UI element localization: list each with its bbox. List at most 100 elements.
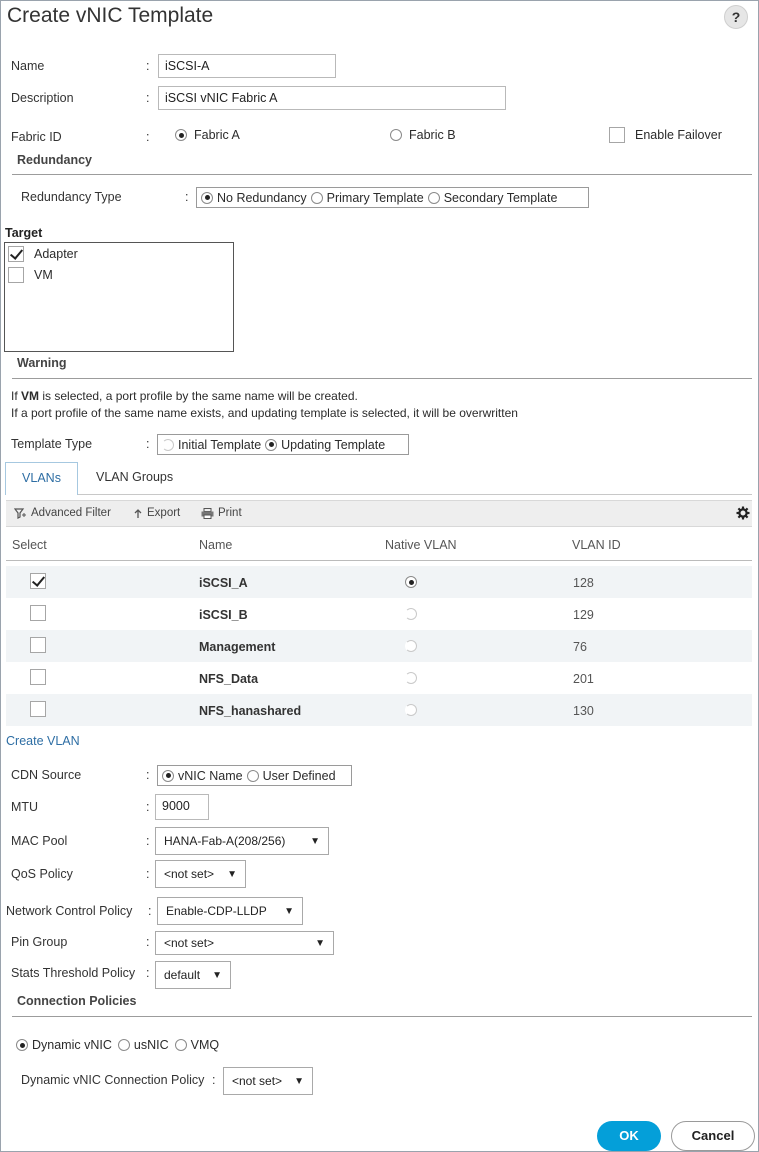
- fabric-b-label: Fabric B: [409, 128, 456, 142]
- row-native-radio[interactable]: [405, 608, 418, 620]
- fabric-b-option[interactable]: Fabric B: [390, 128, 456, 142]
- cdn-source-label: CDN Source: [11, 768, 82, 782]
- warning-line-2: If a port profile of the same name exist…: [11, 406, 518, 420]
- enable-failover-checkbox[interactable]: [609, 127, 625, 143]
- network-control-policy-select[interactable]: Enable-CDP-LLDP ▼: [157, 897, 303, 925]
- redundancy-secondary-label: Secondary Template: [443, 190, 558, 205]
- cdn-option-user-defined[interactable]: User Defined: [246, 768, 336, 783]
- updating-template-label: Updating Template: [281, 437, 386, 452]
- description-label: Description: [11, 91, 74, 105]
- template-type-radio-group: Initial Template Updating Template: [157, 434, 409, 455]
- initial-template-radio[interactable]: [162, 438, 174, 451]
- dynamic-vnic-connection-policy-select[interactable]: <not set> ▼: [223, 1067, 313, 1095]
- target-item-vm[interactable]: VM: [8, 267, 53, 283]
- row-native-radio[interactable]: [405, 640, 418, 652]
- qos-policy-value: <not set>: [164, 867, 215, 881]
- mac-pool-colon: :: [146, 834, 150, 848]
- row-select-checkbox[interactable]: [30, 573, 46, 589]
- dynamic-vnic-radio[interactable]: [16, 1039, 28, 1051]
- redundancy-secondary-radio[interactable]: [427, 191, 440, 204]
- enable-failover-option[interactable]: Enable Failover: [609, 127, 722, 143]
- tab-vlan-groups[interactable]: VLAN Groups: [96, 470, 173, 484]
- help-icon[interactable]: ?: [724, 5, 748, 29]
- row-select-checkbox[interactable]: [30, 701, 46, 717]
- redundancy-section-title: Redundancy: [17, 153, 93, 167]
- fabric-a-option[interactable]: Fabric A: [175, 128, 240, 142]
- row-select-checkbox[interactable]: [30, 669, 46, 685]
- settings-gear-icon[interactable]: [736, 506, 750, 520]
- export-button[interactable]: Export: [133, 507, 180, 519]
- redundancy-option-secondary[interactable]: Secondary Template: [427, 190, 558, 205]
- target-item-adapter[interactable]: Adapter: [8, 246, 78, 262]
- dynamic-vnic-connection-policy-colon: :: [212, 1073, 216, 1087]
- cdn-source-radio-group: vNIC Name User Defined: [157, 765, 352, 786]
- table-row[interactable]: NFS_Data 201: [6, 662, 752, 694]
- row-vlan-name: NFS_hanashared: [199, 704, 302, 718]
- row-vlan-name: iSCSI_A: [199, 576, 248, 590]
- mtu-label: MTU: [11, 800, 39, 814]
- user-defined-radio[interactable]: [246, 769, 259, 782]
- usnic-radio[interactable]: [117, 1039, 130, 1051]
- cdn-option-vnic-name[interactable]: vNIC Name: [162, 769, 243, 783]
- template-type-colon: :: [146, 437, 150, 451]
- create-vlan-link[interactable]: Create VLAN: [6, 734, 80, 748]
- redundancy-none-radio[interactable]: [201, 191, 213, 204]
- fabric-b-radio[interactable]: [390, 129, 402, 141]
- mtu-input[interactable]: 9000: [155, 794, 209, 820]
- stats-threshold-policy-select[interactable]: default ▼: [155, 961, 231, 989]
- print-label: Print: [218, 507, 242, 519]
- row-select-checkbox[interactable]: [30, 637, 46, 653]
- vnic-name-radio[interactable]: [162, 769, 174, 782]
- redundancy-none-label: No Redundancy: [217, 190, 307, 205]
- ok-button[interactable]: OK: [597, 1121, 661, 1151]
- fabric-a-radio[interactable]: [175, 129, 187, 141]
- warning-bold: VM: [21, 389, 40, 403]
- row-select-checkbox[interactable]: [30, 605, 46, 621]
- fabric-id-colon: :: [146, 130, 150, 144]
- enable-failover-label: Enable Failover: [635, 128, 722, 142]
- mac-pool-value: HANA-Fab-A(208/256): [164, 834, 286, 848]
- redundancy-primary-radio[interactable]: [310, 191, 323, 204]
- user-defined-label: User Defined: [262, 768, 336, 783]
- redundancy-primary-label: Primary Template: [326, 190, 424, 205]
- row-native-radio[interactable]: [405, 672, 418, 684]
- description-input[interactable]: iSCSI vNIC Fabric A: [158, 86, 506, 110]
- advanced-filter-button[interactable]: Advanced Filter: [14, 507, 111, 519]
- row-vlan-name: iSCSI_B: [199, 608, 248, 622]
- template-option-initial[interactable]: Initial Template: [162, 438, 261, 452]
- row-native-radio[interactable]: [405, 576, 418, 588]
- row-native-radio[interactable]: [405, 704, 418, 716]
- warning-divider: [12, 378, 752, 379]
- redundancy-type-label: Redundancy Type: [21, 190, 122, 204]
- tab-vlans[interactable]: VLANs: [5, 462, 78, 495]
- table-row[interactable]: NFS_hanashared 130: [6, 694, 752, 726]
- adapter-checkbox[interactable]: [8, 246, 24, 262]
- connection-policies-divider: [12, 1016, 752, 1017]
- table-row[interactable]: iSCSI_B 129: [6, 598, 752, 630]
- pin-group-select[interactable]: <not set> ▼: [155, 931, 334, 955]
- usnic-label: usNIC: [133, 1038, 169, 1052]
- redundancy-divider: [12, 174, 752, 175]
- cancel-button[interactable]: Cancel: [671, 1121, 755, 1151]
- table-row[interactable]: iSCSI_A 128: [6, 566, 752, 598]
- vmq-radio[interactable]: [174, 1039, 187, 1051]
- connection-policies-radio-group: Dynamic vNIC usNIC VMQ: [16, 1038, 219, 1052]
- redundancy-option-none[interactable]: No Redundancy: [201, 191, 307, 205]
- row-vlan-id: 201: [573, 672, 594, 686]
- print-button[interactable]: Print: [201, 507, 242, 519]
- warning-suffix: is selected, a port profile by the same …: [39, 389, 358, 403]
- table-row[interactable]: Management 76: [6, 630, 752, 662]
- vm-label: VM: [34, 268, 53, 282]
- name-input[interactable]: iSCSI-A: [158, 54, 336, 78]
- redundancy-option-primary[interactable]: Primary Template: [310, 190, 424, 205]
- row-vlan-id: 129: [573, 608, 594, 622]
- qos-policy-select[interactable]: <not set> ▼: [155, 860, 246, 888]
- mac-pool-select[interactable]: HANA-Fab-A(208/256) ▼: [155, 827, 329, 855]
- updating-template-radio[interactable]: [265, 438, 278, 451]
- cdn-source-colon: :: [146, 768, 150, 782]
- warning-prefix: If: [11, 389, 22, 403]
- template-option-updating[interactable]: Updating Template: [265, 438, 385, 452]
- vm-checkbox[interactable]: [8, 267, 24, 283]
- pin-group-colon: :: [146, 935, 150, 949]
- mtu-colon: :: [146, 800, 150, 814]
